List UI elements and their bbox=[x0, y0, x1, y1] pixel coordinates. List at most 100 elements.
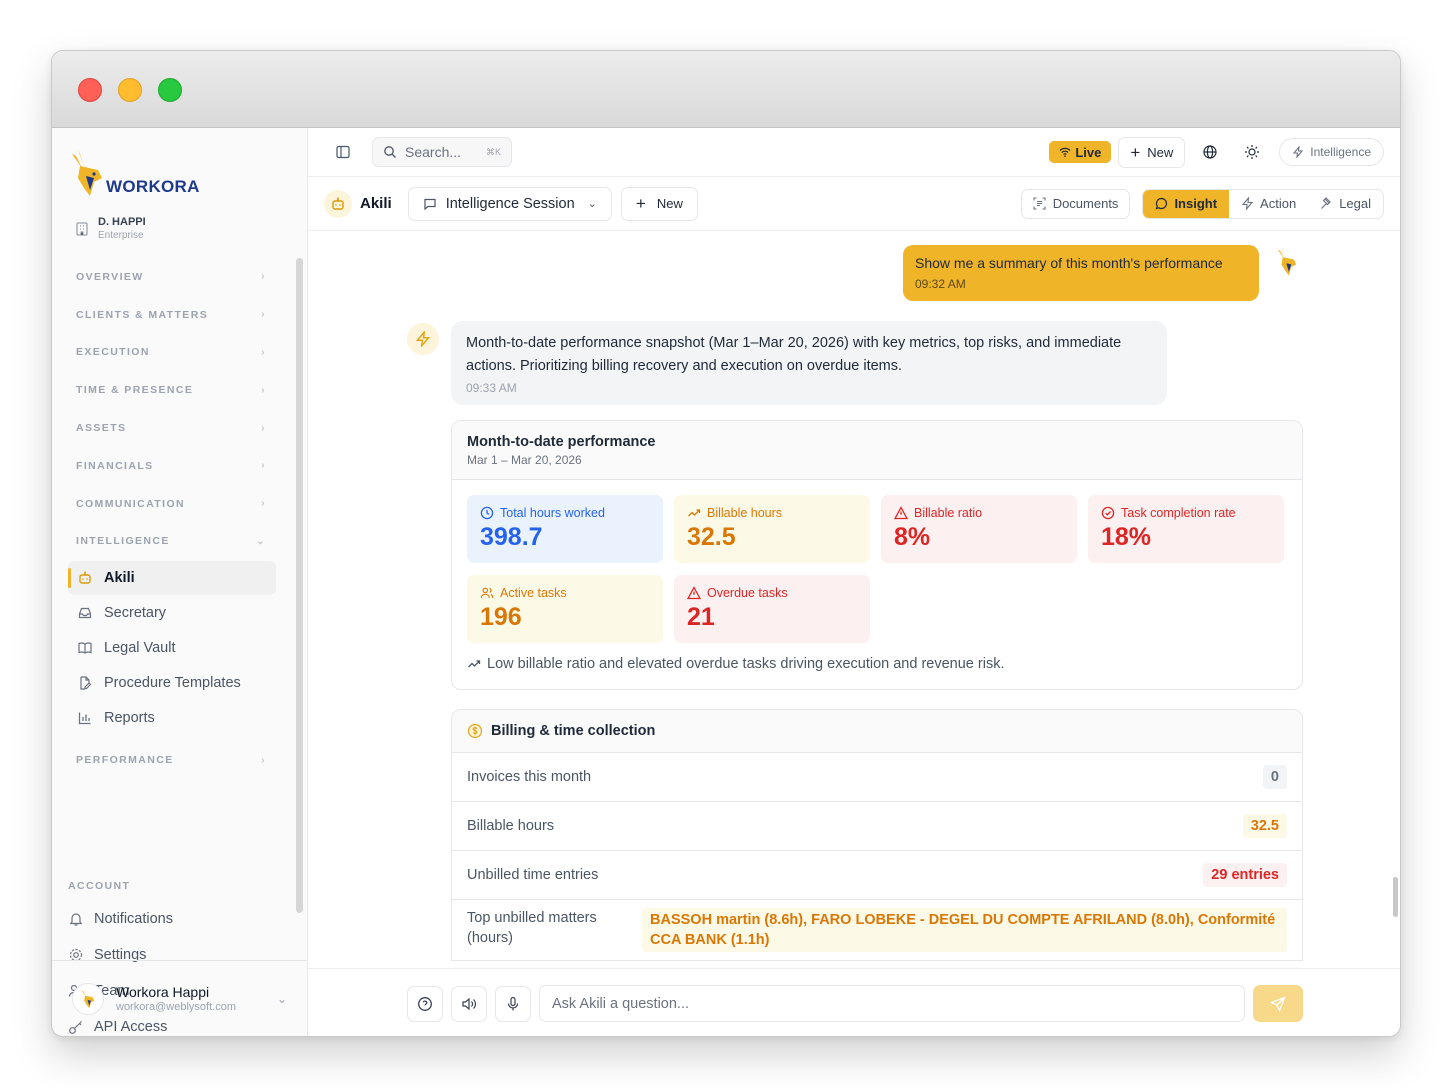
nav-section-financials[interactable]: FINANCIALS › bbox=[52, 447, 292, 485]
close-window-button[interactable] bbox=[78, 78, 102, 102]
metric-task-completion: Task completion rate 18% bbox=[1088, 495, 1284, 563]
sun-icon bbox=[1245, 145, 1260, 159]
nav-section-assets[interactable]: ASSETS › bbox=[52, 409, 292, 447]
session-bar: Akili Intelligence Session ⌄ + New Docum… bbox=[308, 177, 1400, 231]
intelligence-label: Intelligence bbox=[1310, 145, 1371, 159]
file-edit-icon bbox=[80, 676, 92, 690]
nav-section-performance[interactable]: PERFORMANCE › bbox=[52, 741, 292, 779]
send-button[interactable] bbox=[1253, 985, 1303, 1022]
bell-icon bbox=[69, 913, 83, 926]
sidebar-item-label: Procedure Templates bbox=[104, 675, 241, 692]
main-area: Search... ⌘K Live + New Intelligence Aki… bbox=[308, 128, 1400, 1036]
sidebar-item-label: Secretary bbox=[104, 605, 167, 622]
message-square-icon bbox=[424, 198, 436, 210]
minimize-window-button[interactable] bbox=[118, 78, 142, 102]
metric-label: Overdue tasks bbox=[707, 586, 788, 600]
org-switcher[interactable]: D. HAPPI Enterprise bbox=[76, 216, 146, 241]
sidebar-item-label: Reports bbox=[104, 710, 155, 727]
documents-label: Documents bbox=[1052, 196, 1119, 211]
nav-section-label: EXECUTION bbox=[76, 346, 150, 359]
search-input[interactable]: Search... ⌘K bbox=[372, 137, 512, 167]
nav-section-communication[interactable]: COMMUNICATION › bbox=[52, 485, 292, 523]
tab-legal[interactable]: Legal bbox=[1308, 190, 1383, 218]
billing-row: Invoices this month 0 bbox=[452, 753, 1302, 802]
microphone-button[interactable] bbox=[495, 986, 531, 1022]
sidebar-item-label: Akili bbox=[104, 570, 135, 587]
ask-akili-input[interactable] bbox=[539, 985, 1245, 1022]
send-icon bbox=[1270, 995, 1286, 1012]
chevron-right-icon: › bbox=[261, 271, 266, 283]
antelope-logo-icon bbox=[81, 988, 95, 1008]
plus-icon: + bbox=[1130, 142, 1141, 162]
nav-section-time-presence[interactable]: TIME & PRESENCE › bbox=[52, 371, 292, 409]
intelligence-button[interactable]: Intelligence bbox=[1279, 138, 1384, 166]
workora-logo[interactable]: WORKORA bbox=[70, 148, 200, 200]
chat-thread[interactable]: Show me a summary of this month's perfor… bbox=[308, 232, 1400, 968]
billing-row: Unbilled time entries 29 entries bbox=[452, 851, 1302, 900]
akili-avatar bbox=[324, 189, 352, 218]
chevron-down-icon: ⌄ bbox=[256, 535, 266, 547]
new-session-button[interactable]: + New bbox=[620, 186, 698, 221]
new-session-label: New bbox=[656, 196, 683, 211]
sidebar-item-akili[interactable]: Akili bbox=[68, 561, 276, 596]
performance-card: Month-to-date performance Mar 1 – Mar 20… bbox=[451, 420, 1303, 690]
sidebar-scrollbar[interactable] bbox=[296, 258, 303, 913]
wifi-icon bbox=[1059, 147, 1071, 157]
nav-section-intelligence[interactable]: INTELLIGENCE ⌄ bbox=[52, 523, 292, 561]
maximize-window-button[interactable] bbox=[158, 78, 182, 102]
nav-section-execution[interactable]: EXECUTION › bbox=[52, 334, 292, 372]
speaker-button[interactable] bbox=[451, 986, 487, 1022]
toggle-sidebar-button[interactable] bbox=[328, 137, 358, 167]
nav-section-label: INTELLIGENCE bbox=[76, 535, 170, 548]
clock-icon bbox=[480, 506, 494, 520]
metric-overdue-tasks: Overdue tasks 21 bbox=[674, 575, 870, 643]
nav-section-clients-matters[interactable]: CLIENTS & MATTERS › bbox=[52, 296, 292, 334]
new-button-label: New bbox=[1147, 144, 1174, 160]
sidebar-item-procedure-templates[interactable]: Procedure Templates bbox=[68, 666, 276, 700]
language-button[interactable] bbox=[1195, 137, 1225, 167]
sidebar-item-secretary[interactable]: Secretary bbox=[68, 596, 276, 630]
metric-billable-hours: Billable hours 32.5 bbox=[674, 495, 870, 563]
help-button[interactable] bbox=[407, 986, 443, 1022]
sidebar-item-notifications[interactable]: Notifications bbox=[68, 904, 173, 934]
globe-icon bbox=[1203, 145, 1217, 159]
theme-toggle-button[interactable] bbox=[1237, 137, 1267, 167]
brand-name: WORKORA bbox=[106, 177, 200, 196]
billing-card-header: Billing & time collection bbox=[452, 710, 1302, 753]
live-status-badge[interactable]: Live bbox=[1049, 141, 1112, 163]
antelope-logo-icon bbox=[1277, 247, 1297, 276]
alert-triangle-icon bbox=[894, 506, 908, 520]
session-dropdown[interactable]: Intelligence Session ⌄ bbox=[407, 186, 612, 221]
chat-scrollbar[interactable] bbox=[1393, 877, 1398, 917]
search-placeholder: Search... bbox=[405, 144, 462, 160]
help-circle-icon bbox=[418, 997, 432, 1011]
new-button[interactable]: + New bbox=[1118, 136, 1186, 168]
bot-icon bbox=[79, 571, 91, 585]
documents-button[interactable]: Documents bbox=[1020, 188, 1131, 219]
assistant-message-time: 09:33 AM bbox=[466, 381, 517, 395]
billing-row-label: Billable hours bbox=[467, 818, 555, 834]
gavel-icon bbox=[1321, 197, 1332, 209]
metric-label: Billable hours bbox=[707, 506, 783, 520]
building-icon bbox=[76, 221, 88, 236]
metrics-grid: Total hours worked 398.7 Billable hours … bbox=[452, 480, 1302, 643]
sidebar-item-legal-vault[interactable]: Legal Vault bbox=[68, 631, 276, 665]
tab-action[interactable]: Action bbox=[1229, 190, 1308, 218]
mode-switch: Insight Action Legal bbox=[1142, 188, 1384, 219]
sidebar: WORKORA D. HAPPI Enterprise OVERVIEW › CL… bbox=[52, 128, 308, 1036]
user-message-time: 09:32 AM bbox=[915, 277, 966, 291]
metric-active-tasks: Active tasks 196 bbox=[467, 575, 663, 643]
message-circle-icon bbox=[1155, 197, 1168, 210]
tab-insight[interactable]: Insight bbox=[1143, 189, 1230, 218]
session-label: Intelligence Session bbox=[445, 195, 575, 212]
user-menu[interactable]: Workora Happi workora@weblysoft.com ⌄ bbox=[52, 960, 307, 1036]
app-window: WORKORA D. HAPPI Enterprise OVERVIEW › CL… bbox=[51, 50, 1401, 1037]
billing-row-value: 0 bbox=[1262, 765, 1287, 789]
performance-insight: Low billable ratio and elevated overdue … bbox=[452, 643, 1302, 689]
org-name: D. HAPPI bbox=[98, 216, 146, 228]
sidebar-nav: OVERVIEW › CLIENTS & MATTERS › EXECUTION › … bbox=[52, 258, 292, 779]
sidebar-toggle-icon bbox=[336, 145, 350, 159]
sidebar-item-reports[interactable]: Reports bbox=[68, 701, 276, 735]
nav-section-overview[interactable]: OVERVIEW › bbox=[52, 258, 292, 296]
account-heading: ACCOUNT bbox=[68, 880, 131, 892]
